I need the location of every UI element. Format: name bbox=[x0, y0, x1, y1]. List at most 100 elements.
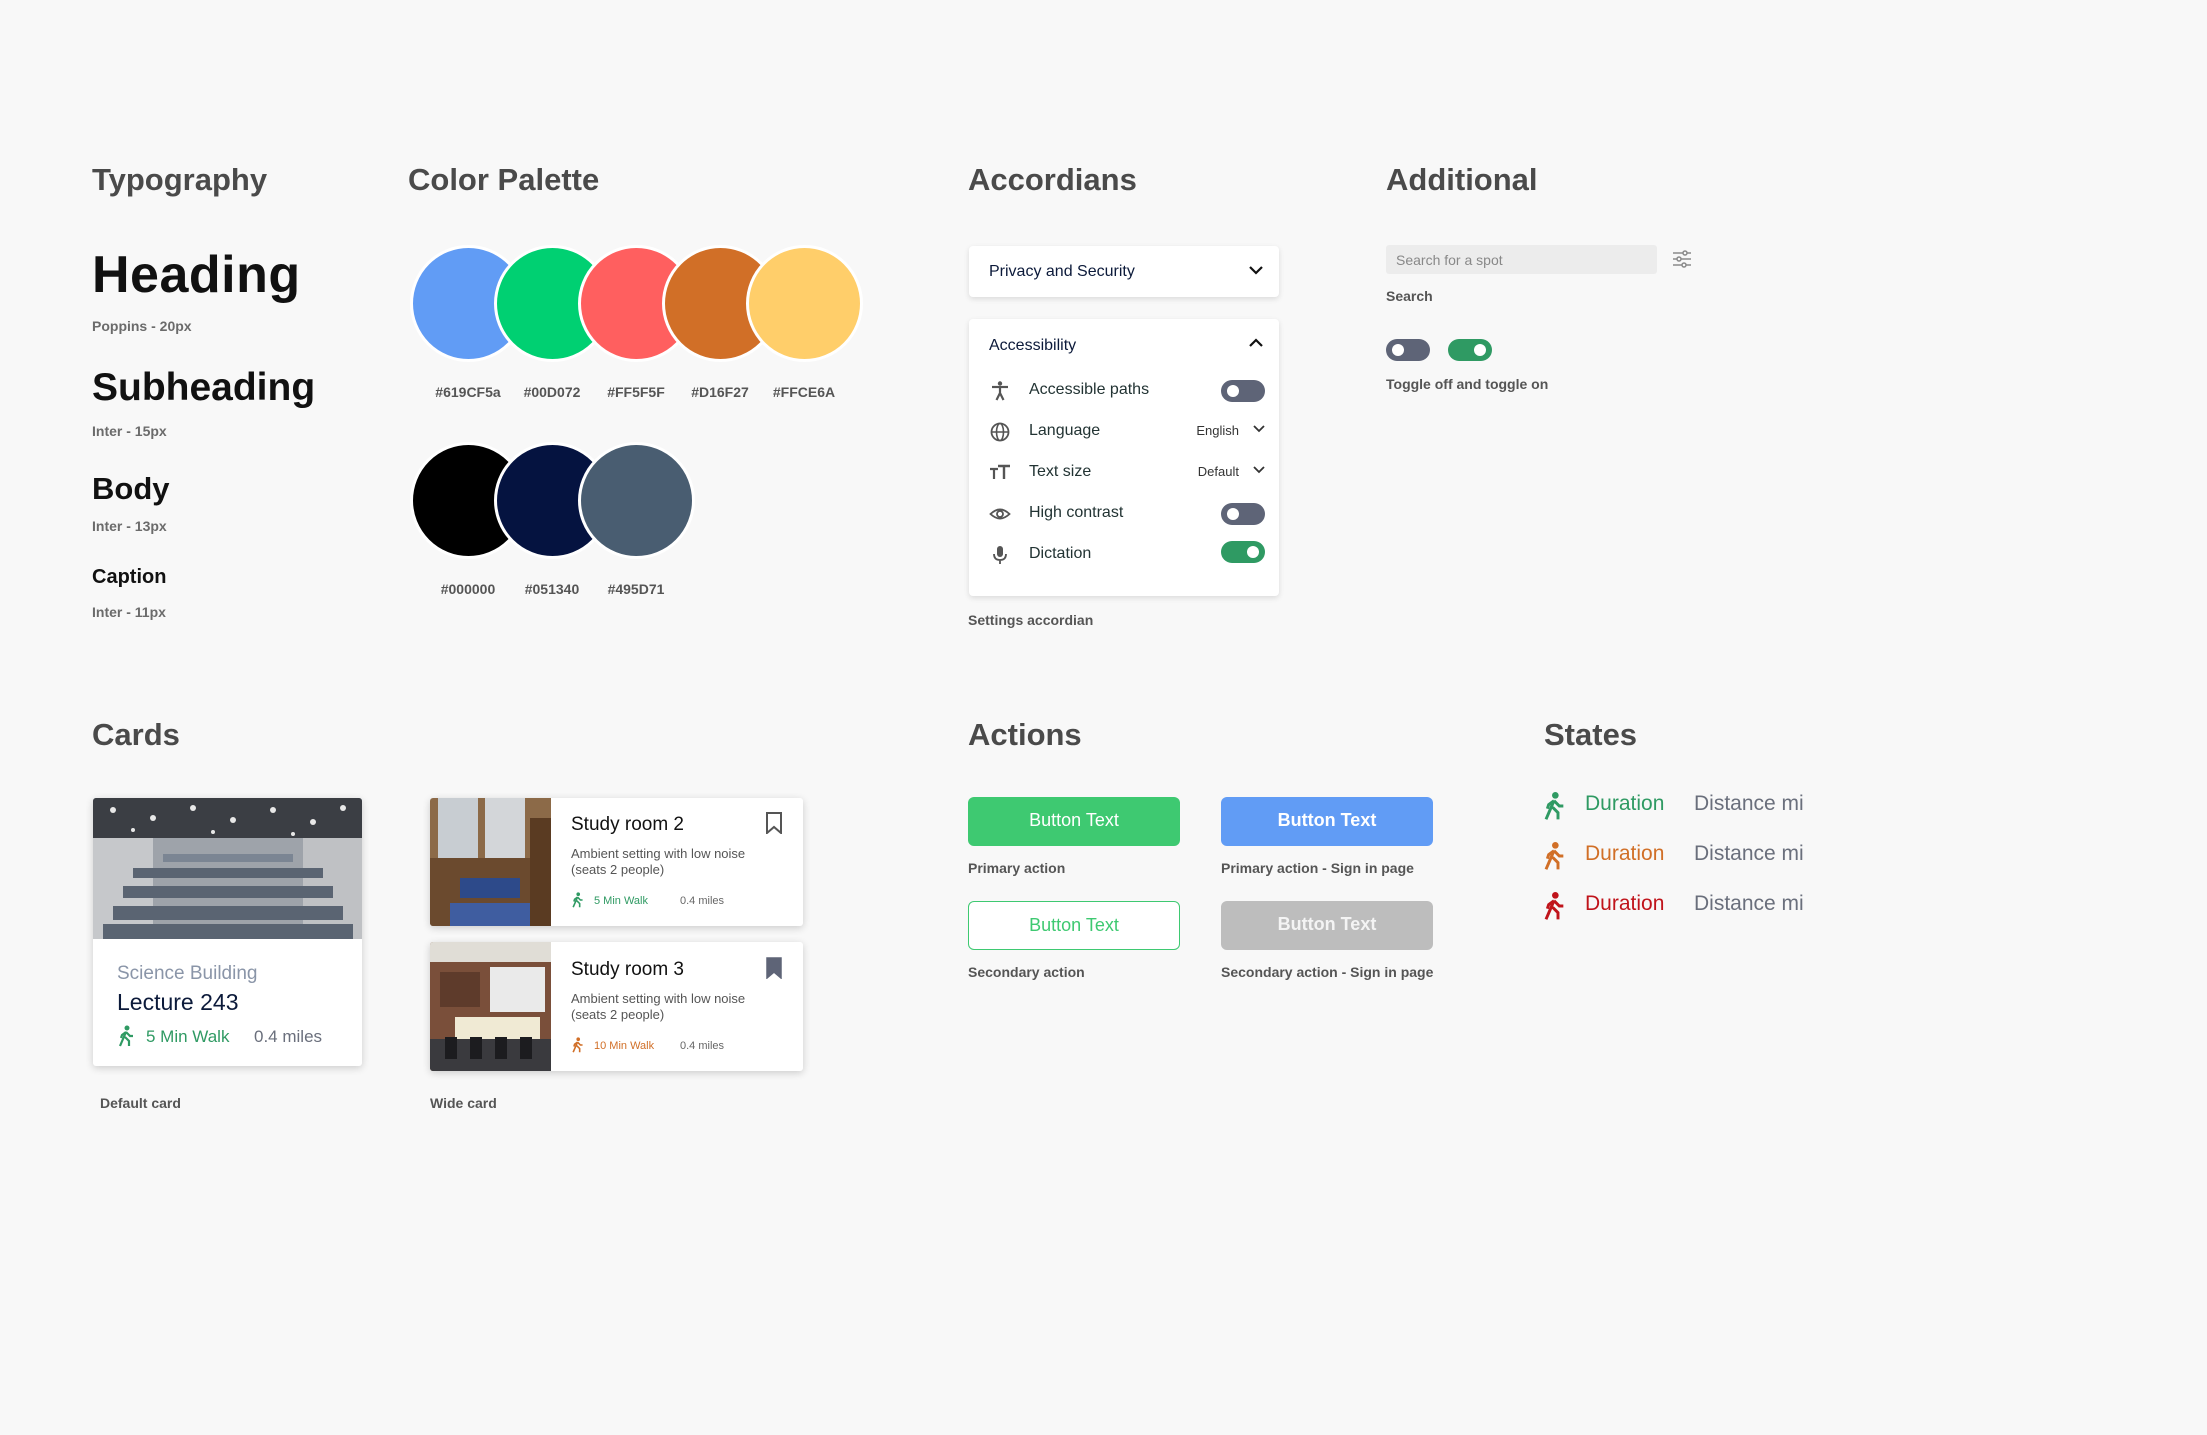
wide-card-description: Ambient setting with low noise (seats 2 … bbox=[571, 846, 746, 877]
bookmark-filled-icon[interactable] bbox=[765, 957, 783, 979]
toggle-knob bbox=[1474, 344, 1486, 356]
heading-sample: Heading bbox=[92, 246, 301, 304]
wide-card-distance: 0.4 miles bbox=[680, 1040, 725, 1052]
lecture-hall-photo bbox=[93, 798, 362, 939]
primary-sign-in-button[interactable]: Button Text bbox=[1221, 797, 1433, 846]
default-card-caption: Default card bbox=[100, 1095, 181, 1111]
accordion-accessibility[interactable]: Accessibility Accessible paths Language … bbox=[969, 319, 1279, 596]
chevron-down-icon[interactable] bbox=[1253, 465, 1265, 474]
search-input[interactable]: Search for a spot bbox=[1386, 245, 1657, 274]
body-sample: Body bbox=[92, 471, 170, 506]
card-distance: 0.4 miles bbox=[254, 1027, 323, 1046]
walking-icon bbox=[572, 892, 583, 908]
toggle-knob bbox=[1392, 344, 1404, 356]
accessibility-row-dictation: Dictation bbox=[969, 536, 1279, 576]
color-hex-label: #FFCE6A bbox=[772, 384, 836, 400]
palette-title: Color Palette bbox=[408, 162, 600, 197]
eye-icon bbox=[989, 508, 1011, 520]
secondary-caption: Secondary action bbox=[968, 964, 1085, 980]
secondary-sign-in-button[interactable]: Button Text bbox=[1221, 901, 1433, 950]
study-room-photo bbox=[430, 942, 551, 1071]
subheading-sample: Subheading bbox=[92, 366, 316, 409]
language-label: Language bbox=[1029, 422, 1101, 439]
study-room-photo bbox=[430, 798, 551, 926]
body-meta: Inter - 13px bbox=[92, 518, 167, 534]
search-placeholder: Search for a spot bbox=[1396, 252, 1503, 268]
primary-button[interactable]: Button Text bbox=[968, 797, 1180, 846]
accordion-privacy[interactable]: Privacy and Security bbox=[969, 246, 1279, 297]
walking-icon bbox=[1544, 892, 1564, 920]
accessibility-row-text-size: Text size Default bbox=[969, 454, 1279, 494]
walking-icon bbox=[572, 1037, 583, 1053]
toggle-knob bbox=[1227, 508, 1239, 520]
state-distance: Distance mi bbox=[1694, 892, 1804, 915]
toggle-off[interactable] bbox=[1386, 339, 1430, 361]
color-hex-label: #000000 bbox=[440, 581, 496, 597]
chevron-down-icon bbox=[1249, 266, 1263, 275]
accessibility-icon bbox=[992, 381, 1008, 401]
wide-card-title: Study room 3 bbox=[571, 959, 684, 980]
color-swatch bbox=[746, 245, 863, 362]
color-hex-label: #619CF5a bbox=[435, 384, 501, 400]
dictation-label: Dictation bbox=[1029, 545, 1092, 562]
search-caption: Search bbox=[1386, 288, 1433, 304]
accessible-paths-toggle[interactable] bbox=[1221, 380, 1265, 402]
state-duration: Duration bbox=[1585, 842, 1665, 865]
primary-sign-in-caption: Primary action - Sign in page bbox=[1221, 860, 1414, 876]
additional-title: Additional bbox=[1386, 162, 1538, 197]
typography-title: Typography bbox=[92, 162, 268, 197]
walking-icon bbox=[1544, 792, 1564, 820]
wide-card-walk: 5 Min Walk bbox=[594, 895, 648, 907]
bookmark-icon[interactable] bbox=[765, 812, 783, 834]
state-distance: Distance mi bbox=[1694, 792, 1804, 815]
text-size-icon bbox=[990, 464, 1010, 479]
wide-card[interactable]: Study room 2 Ambient setting with low no… bbox=[430, 798, 803, 926]
filter-icon[interactable] bbox=[1672, 249, 1692, 269]
card-building: Science Building bbox=[117, 963, 258, 984]
walking-icon bbox=[118, 1025, 133, 1047]
toggle-knob bbox=[1227, 385, 1239, 397]
default-card[interactable]: Science Building Lecture 243 5 Min Walk … bbox=[93, 798, 362, 1066]
color-hex-label: #D16F27 bbox=[691, 384, 749, 400]
accordion-caption: Settings accordian bbox=[968, 612, 1094, 628]
high-contrast-toggle[interactable] bbox=[1221, 503, 1265, 525]
text-size-value[interactable]: Default bbox=[1198, 464, 1239, 479]
accordions-title: Accordians bbox=[968, 162, 1137, 197]
language-value[interactable]: English bbox=[1196, 423, 1239, 438]
chevron-down-icon[interactable] bbox=[1253, 424, 1265, 433]
state-duration: Duration bbox=[1585, 892, 1665, 915]
wide-card[interactable]: Study room 3 Ambient setting with low no… bbox=[430, 942, 803, 1071]
toggle-on[interactable] bbox=[1448, 339, 1492, 361]
state-duration: Duration bbox=[1585, 792, 1665, 815]
accordion-privacy-title: Privacy and Security bbox=[989, 263, 1135, 280]
high-contrast-label: High contrast bbox=[1029, 504, 1124, 521]
dictation-toggle[interactable] bbox=[1221, 541, 1265, 563]
chevron-up-icon[interactable] bbox=[1249, 338, 1263, 348]
states-title: States bbox=[1544, 717, 1638, 752]
color-hex-label: #051340 bbox=[524, 581, 580, 597]
wide-card-title: Study room 2 bbox=[571, 814, 684, 835]
card-room: Lecture 243 bbox=[117, 989, 239, 1015]
cards-title: Cards bbox=[92, 717, 180, 752]
secondary-button[interactable]: Button Text bbox=[968, 901, 1180, 950]
color-hex-label: #495D71 bbox=[607, 581, 665, 597]
color-hex-label: #00D072 bbox=[523, 384, 581, 400]
heading-meta: Poppins - 20px bbox=[92, 318, 192, 334]
caption-meta: Inter - 11px bbox=[92, 604, 166, 620]
microphone-icon bbox=[993, 546, 1007, 564]
accessible-paths-label: Accessible paths bbox=[1029, 381, 1150, 398]
color-hex-label: #FF5F5F bbox=[607, 384, 665, 400]
state-distance: Distance mi bbox=[1694, 842, 1804, 865]
wide-card-caption: Wide card bbox=[430, 1095, 497, 1111]
wide-card-distance: 0.4 miles bbox=[680, 895, 725, 907]
toggle-knob bbox=[1247, 546, 1259, 558]
walking-icon bbox=[1544, 842, 1564, 870]
primary-caption: Primary action bbox=[968, 860, 1066, 876]
globe-icon bbox=[990, 422, 1010, 442]
accessibility-row-contrast: High contrast bbox=[969, 495, 1279, 535]
color-swatch bbox=[578, 442, 695, 559]
card-walk: 5 Min Walk bbox=[146, 1027, 230, 1046]
wide-card-description: Ambient setting with low noise (seats 2 … bbox=[571, 991, 746, 1022]
wide-card-walk: 10 Min Walk bbox=[594, 1040, 655, 1052]
accessibility-row-language: Language English bbox=[969, 413, 1279, 453]
